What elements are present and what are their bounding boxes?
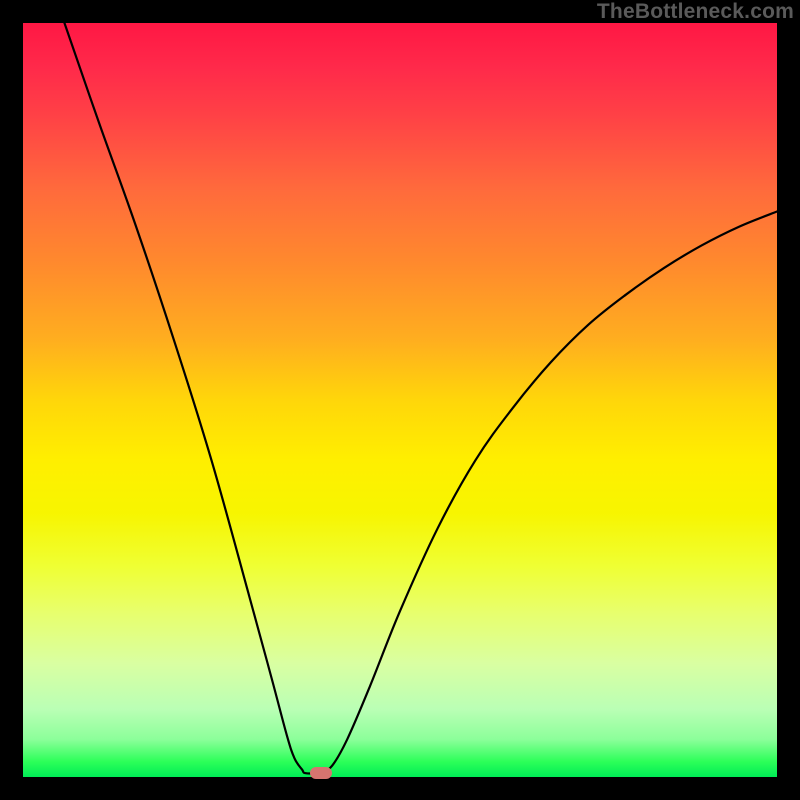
optimum-marker <box>310 767 332 779</box>
plot-area <box>23 23 777 777</box>
bottleneck-curve <box>23 23 777 777</box>
chart-frame: TheBottleneck.com <box>0 0 800 800</box>
watermark-label: TheBottleneck.com <box>597 0 794 24</box>
